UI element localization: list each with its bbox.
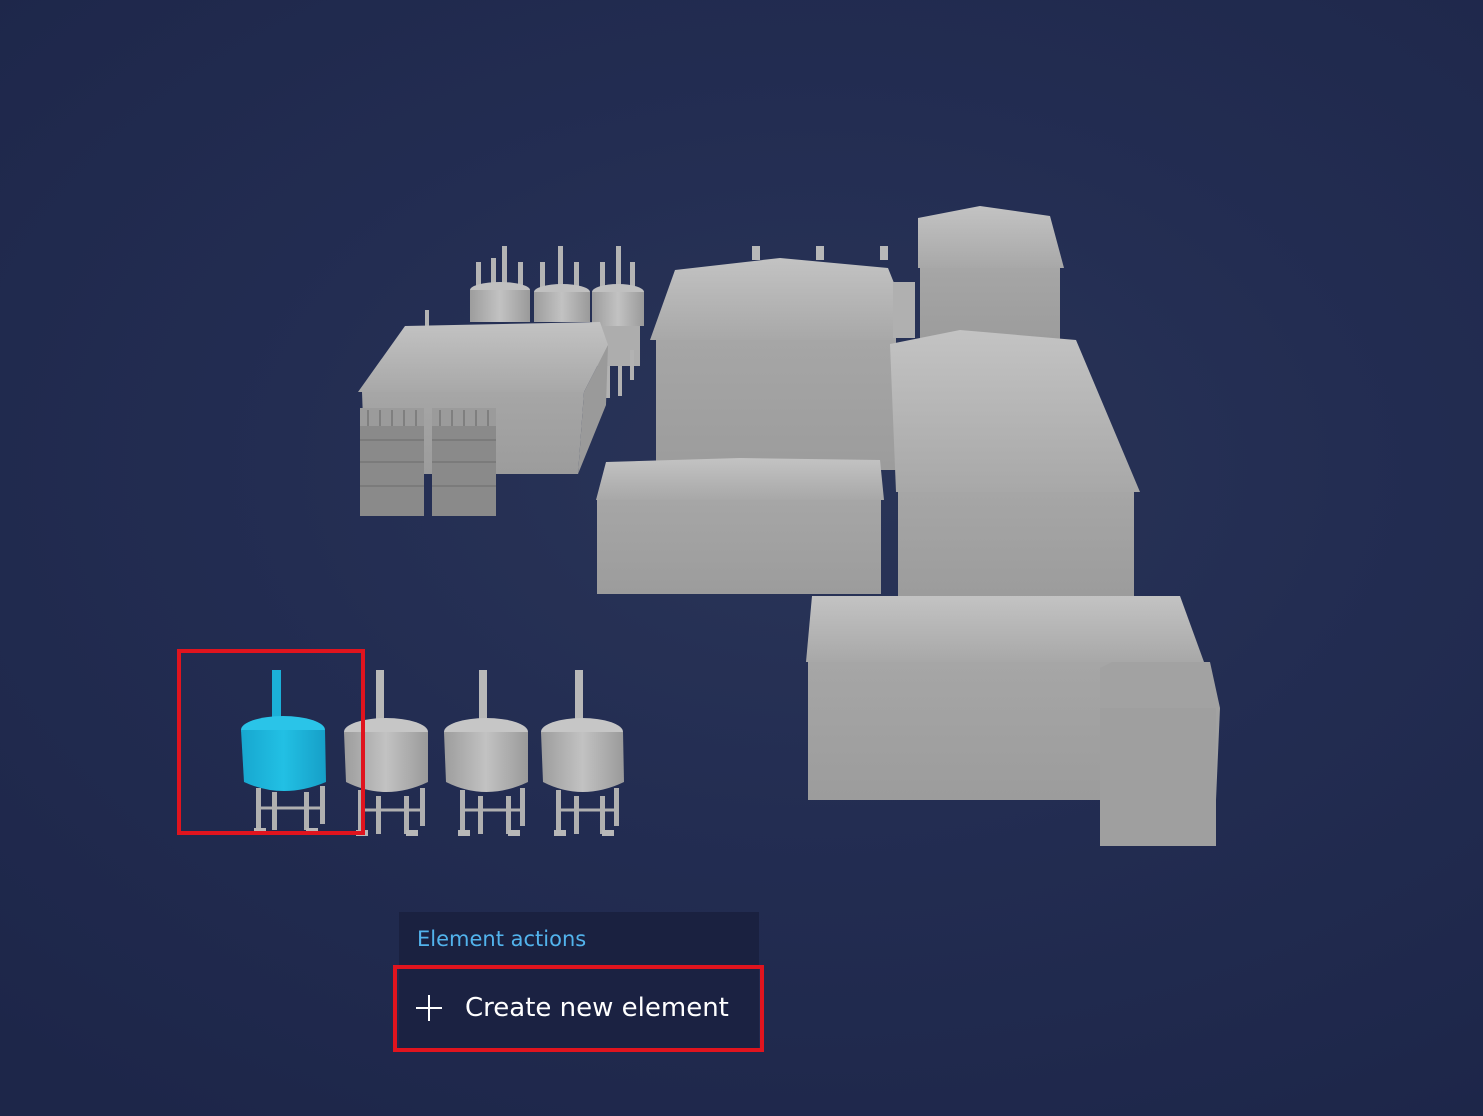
left-warehouse[interactable] — [358, 310, 608, 516]
plus-icon — [415, 994, 443, 1022]
create-new-element-label: Create new element — [465, 993, 729, 1023]
tank-4[interactable] — [541, 670, 624, 836]
element-actions-title: Element actions — [417, 927, 587, 951]
create-new-element-button[interactable]: Create new element — [399, 968, 759, 1048]
tank-2[interactable] — [344, 670, 428, 836]
top-right-tower[interactable] — [918, 206, 1064, 340]
bottom-right-building[interactable] — [806, 596, 1220, 846]
storage-rack-left[interactable] — [360, 408, 424, 516]
selected-tank[interactable] — [241, 670, 326, 834]
right-large-building[interactable] — [890, 330, 1140, 596]
storage-rack-right[interactable] — [432, 408, 496, 516]
middle-low-building[interactable] — [596, 458, 884, 594]
tank-3[interactable] — [444, 670, 528, 836]
element-actions-panel: Element actions — [399, 912, 759, 966]
center-main-building[interactable] — [650, 246, 915, 470]
